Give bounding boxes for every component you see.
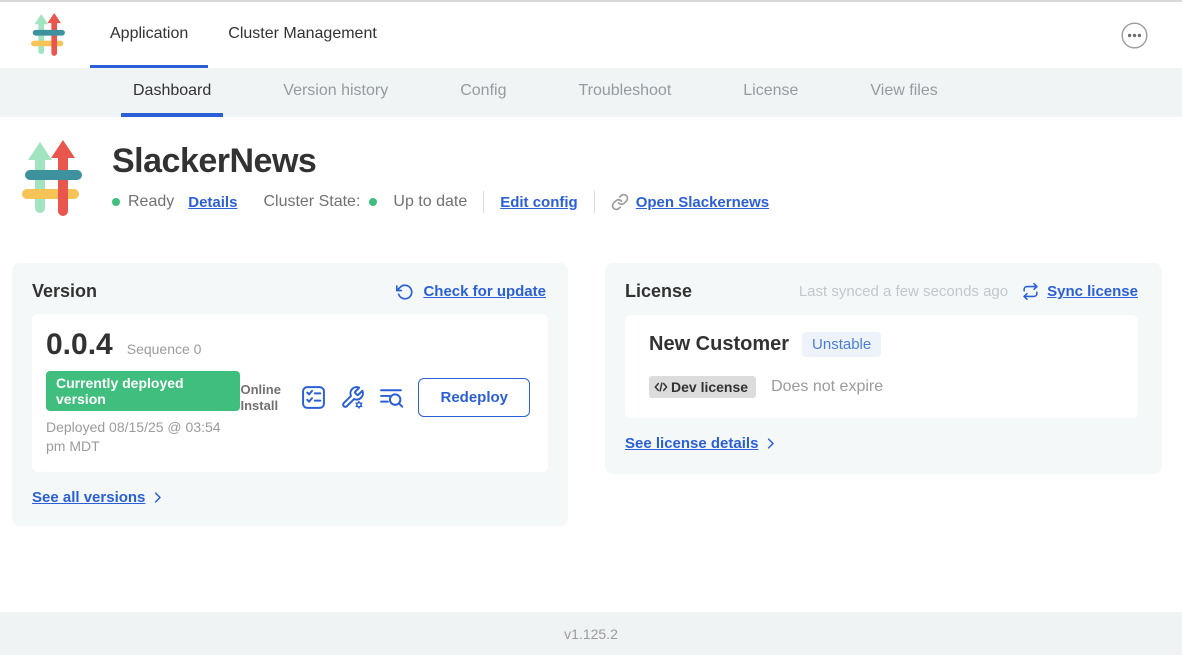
license-expiration: Does not expire: [771, 378, 883, 396]
sync-icon: [1022, 283, 1039, 300]
license-panel: New Customer Unstable Dev license Does n…: [625, 315, 1138, 418]
version-card: Version Check for update 0.0.4 Sequence …: [12, 263, 568, 526]
open-app-link-group[interactable]: Open Slackernews: [611, 193, 769, 211]
subnav-tab-config[interactable]: Config: [448, 68, 518, 117]
check-for-update-link[interactable]: Check for update: [423, 283, 546, 300]
tab-cluster-management[interactable]: Cluster Management: [208, 2, 397, 68]
see-all-versions-link[interactable]: See all versions: [32, 489, 145, 506]
app-header: SlackerNews Ready Details Cluster State:…: [0, 117, 1182, 227]
console-footer: v1.125.2: [0, 612, 1182, 655]
app-status-label: Ready: [128, 193, 174, 211]
subnav-tab-view-files[interactable]: View files: [858, 68, 949, 117]
chevron-right-icon: [763, 436, 778, 451]
license-type-badge-label: Dev license: [671, 379, 748, 395]
subnav-tab-license[interactable]: License: [731, 68, 810, 117]
chevron-right-icon: [150, 490, 165, 505]
tab-application[interactable]: Application: [90, 2, 208, 68]
see-license-details-group[interactable]: See license details: [625, 435, 1138, 452]
app-status-row: Ready Details Cluster State: Up to date …: [112, 191, 769, 213]
code-icon: [654, 380, 668, 394]
deploy-logs-icon[interactable]: [379, 385, 405, 411]
top-navbar: Application Cluster Management: [0, 2, 1182, 68]
dashboard-cards: Version Check for update 0.0.4 Sequence …: [12, 263, 1182, 526]
divider: [483, 191, 484, 213]
page-title: SlackerNews: [112, 142, 769, 181]
edit-config-link[interactable]: Edit config: [500, 194, 578, 211]
current-version-panel: 0.0.4 Sequence 0 Currently deployed vers…: [32, 314, 548, 472]
app-logo-icon: [20, 136, 84, 227]
tab-application-label: Application: [110, 25, 188, 43]
subnav-tab-dashboard-label: Dashboard: [133, 82, 211, 100]
license-card-title: License: [625, 281, 692, 302]
cluster-state-label: Cluster State:: [263, 193, 360, 211]
see-all-versions-group[interactable]: See all versions: [32, 489, 548, 506]
edit-config-icon[interactable]: [340, 385, 366, 411]
app-status-dot: [112, 198, 120, 206]
check-for-update-group[interactable]: Check for update: [396, 283, 546, 301]
ellipsis-menu-icon[interactable]: [1121, 22, 1148, 49]
subnav-tab-version-history-label: Version history: [283, 82, 388, 100]
refresh-icon: [396, 283, 414, 301]
subnav-tab-dashboard[interactable]: Dashboard: [121, 68, 223, 117]
sequence-label: Sequence 0: [127, 341, 202, 357]
open-app-link[interactable]: Open Slackernews: [636, 194, 769, 211]
sync-license-link[interactable]: Sync license: [1047, 283, 1138, 300]
subnav-tab-config-label: Config: [460, 82, 506, 100]
subnav-tab-troubleshoot[interactable]: Troubleshoot: [566, 68, 683, 117]
cluster-state-value: Up to date: [393, 193, 467, 211]
subnav-tab-view-files-label: View files: [870, 82, 937, 100]
app-subnav: Dashboard Version history Config Trouble…: [0, 68, 1182, 117]
console-version: v1.125.2: [564, 626, 618, 642]
status-details-link[interactable]: Details: [188, 194, 237, 211]
link-icon: [611, 193, 629, 211]
license-type-badge: Dev license: [649, 376, 756, 398]
deployed-timestamp: Deployed 08/15/25 @ 03:54 pm MDT: [46, 418, 240, 456]
see-license-details-link[interactable]: See license details: [625, 435, 758, 452]
license-card: License Last synced a few seconds ago Sy…: [605, 263, 1162, 474]
version-number: 0.0.4: [46, 328, 113, 362]
preflight-checks-icon[interactable]: [301, 385, 327, 411]
install-type-label: Online Install: [240, 382, 288, 413]
divider: [594, 191, 595, 213]
version-card-title: Version: [32, 281, 97, 302]
last-synced-label: Last synced a few seconds ago: [799, 283, 1008, 300]
channel-badge: Unstable: [802, 332, 881, 357]
deployed-status-badge: Currently deployed version: [46, 371, 240, 411]
customer-name: New Customer: [649, 333, 789, 356]
tab-cluster-management-label: Cluster Management: [228, 25, 377, 43]
cluster-state-dot: [369, 198, 377, 206]
subnav-tab-troubleshoot-label: Troubleshoot: [578, 82, 671, 100]
sync-license-group[interactable]: Sync license: [1022, 283, 1138, 300]
subnav-tab-license-label: License: [743, 82, 798, 100]
subnav-tab-version-history[interactable]: Version history: [271, 68, 400, 117]
navbar-logo-icon: [28, 2, 68, 68]
redeploy-button[interactable]: Redeploy: [418, 378, 530, 417]
